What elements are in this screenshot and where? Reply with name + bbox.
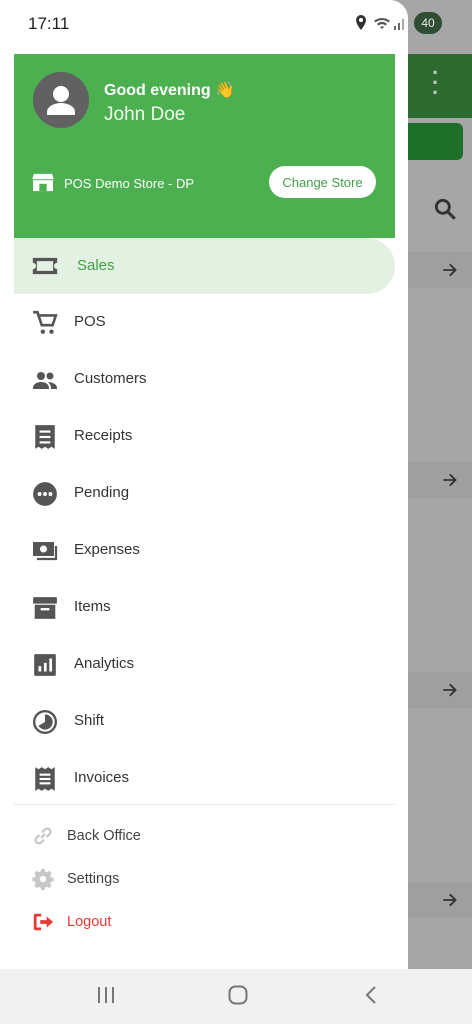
status-bar: 17:11	[0, 0, 408, 48]
menu-item-label: Expenses	[74, 541, 140, 558]
menu-item-label: Receipts	[74, 427, 133, 444]
arrow-right-icon	[443, 683, 457, 697]
money-icon	[33, 542, 58, 561]
person-icon	[47, 86, 75, 115]
drawer-menu: Sales POS Customers Receipts Pending Exp…	[0, 238, 408, 807]
menu-item-customers[interactable]: Customers	[0, 351, 408, 408]
receipt-icon	[35, 425, 55, 449]
menu-item-label: POS	[74, 313, 106, 330]
menu-item-label: Analytics	[74, 655, 135, 672]
arrow-right-icon	[443, 473, 457, 487]
link-icon	[34, 827, 52, 845]
status-icons	[356, 15, 404, 30]
secondary-menu: Back Office Settings Logout	[0, 815, 408, 944]
menu-item-label: Customers	[74, 370, 147, 387]
cart-icon	[33, 310, 58, 334]
home-icon[interactable]	[226, 983, 250, 1007]
avatar[interactable]	[33, 72, 89, 128]
menu-divider	[14, 804, 395, 805]
menu-item-label: Items	[74, 598, 111, 615]
menu-item-pending[interactable]: Pending	[0, 465, 408, 522]
menu-item-analytics[interactable]: Analytics	[0, 636, 408, 693]
sales-ticket-icon	[32, 257, 58, 275]
user-name: John Doe	[104, 104, 186, 125]
invoice-icon	[35, 767, 55, 791]
arrow-right-icon	[443, 893, 457, 907]
menu-item-invoices[interactable]: Invoices	[0, 750, 408, 807]
menu-item-items[interactable]: Items	[0, 579, 408, 636]
menu-item-expenses[interactable]: Expenses	[0, 522, 408, 579]
battery-indicator: 40	[414, 12, 442, 34]
back-icon[interactable]	[360, 983, 384, 1007]
store-name: POS Demo Store - DP	[64, 176, 195, 191]
menu-item-logout[interactable]: Logout	[0, 901, 408, 944]
people-icon	[33, 372, 57, 389]
greeting-text: Good evening 👋	[104, 82, 236, 99]
background-action-button	[408, 123, 463, 160]
recent-apps-icon[interactable]	[94, 983, 118, 1007]
search-icon	[434, 198, 456, 220]
menu-item-settings[interactable]: Settings	[0, 858, 408, 901]
menu-item-receipts[interactable]: Receipts	[0, 408, 408, 465]
menu-item-sales[interactable]: Sales	[14, 238, 395, 294]
settings-label: Settings	[67, 871, 120, 887]
background-app-bar: · · ·	[408, 54, 472, 118]
arrow-right-icon	[443, 263, 457, 277]
logout-icon	[33, 913, 54, 931]
bar-chart-icon	[34, 654, 56, 676]
menu-item-back-office[interactable]: Back Office	[0, 815, 408, 858]
menu-item-shift[interactable]: Shift	[0, 693, 408, 750]
menu-item-pos[interactable]: POS	[0, 294, 408, 351]
navigation-drawer: 17:11 Good evening 👋 John Doe POS Demo S…	[0, 0, 408, 1024]
status-time: 17:11	[28, 14, 70, 33]
change-store-button[interactable]: Change Store	[269, 166, 376, 198]
back-office-label: Back Office	[67, 828, 141, 844]
menu-item-label: Pending	[74, 484, 130, 501]
menu-item-label: Shift	[74, 712, 105, 729]
menu-item-label: Invoices	[74, 769, 130, 786]
overflow-menu-icon: · · ·	[432, 60, 440, 105]
store-icon	[32, 173, 54, 192]
clock-half-icon	[32, 709, 58, 735]
logout-label: Logout	[67, 914, 112, 930]
gear-icon	[32, 868, 54, 890]
archive-box-icon	[33, 597, 57, 619]
menu-item-label: Sales	[77, 257, 115, 274]
drawer-header: Good evening 👋 John Doe POS Demo Store -…	[14, 54, 395, 238]
system-navigation-bar	[0, 969, 472, 1024]
more-circle-icon	[33, 482, 57, 506]
